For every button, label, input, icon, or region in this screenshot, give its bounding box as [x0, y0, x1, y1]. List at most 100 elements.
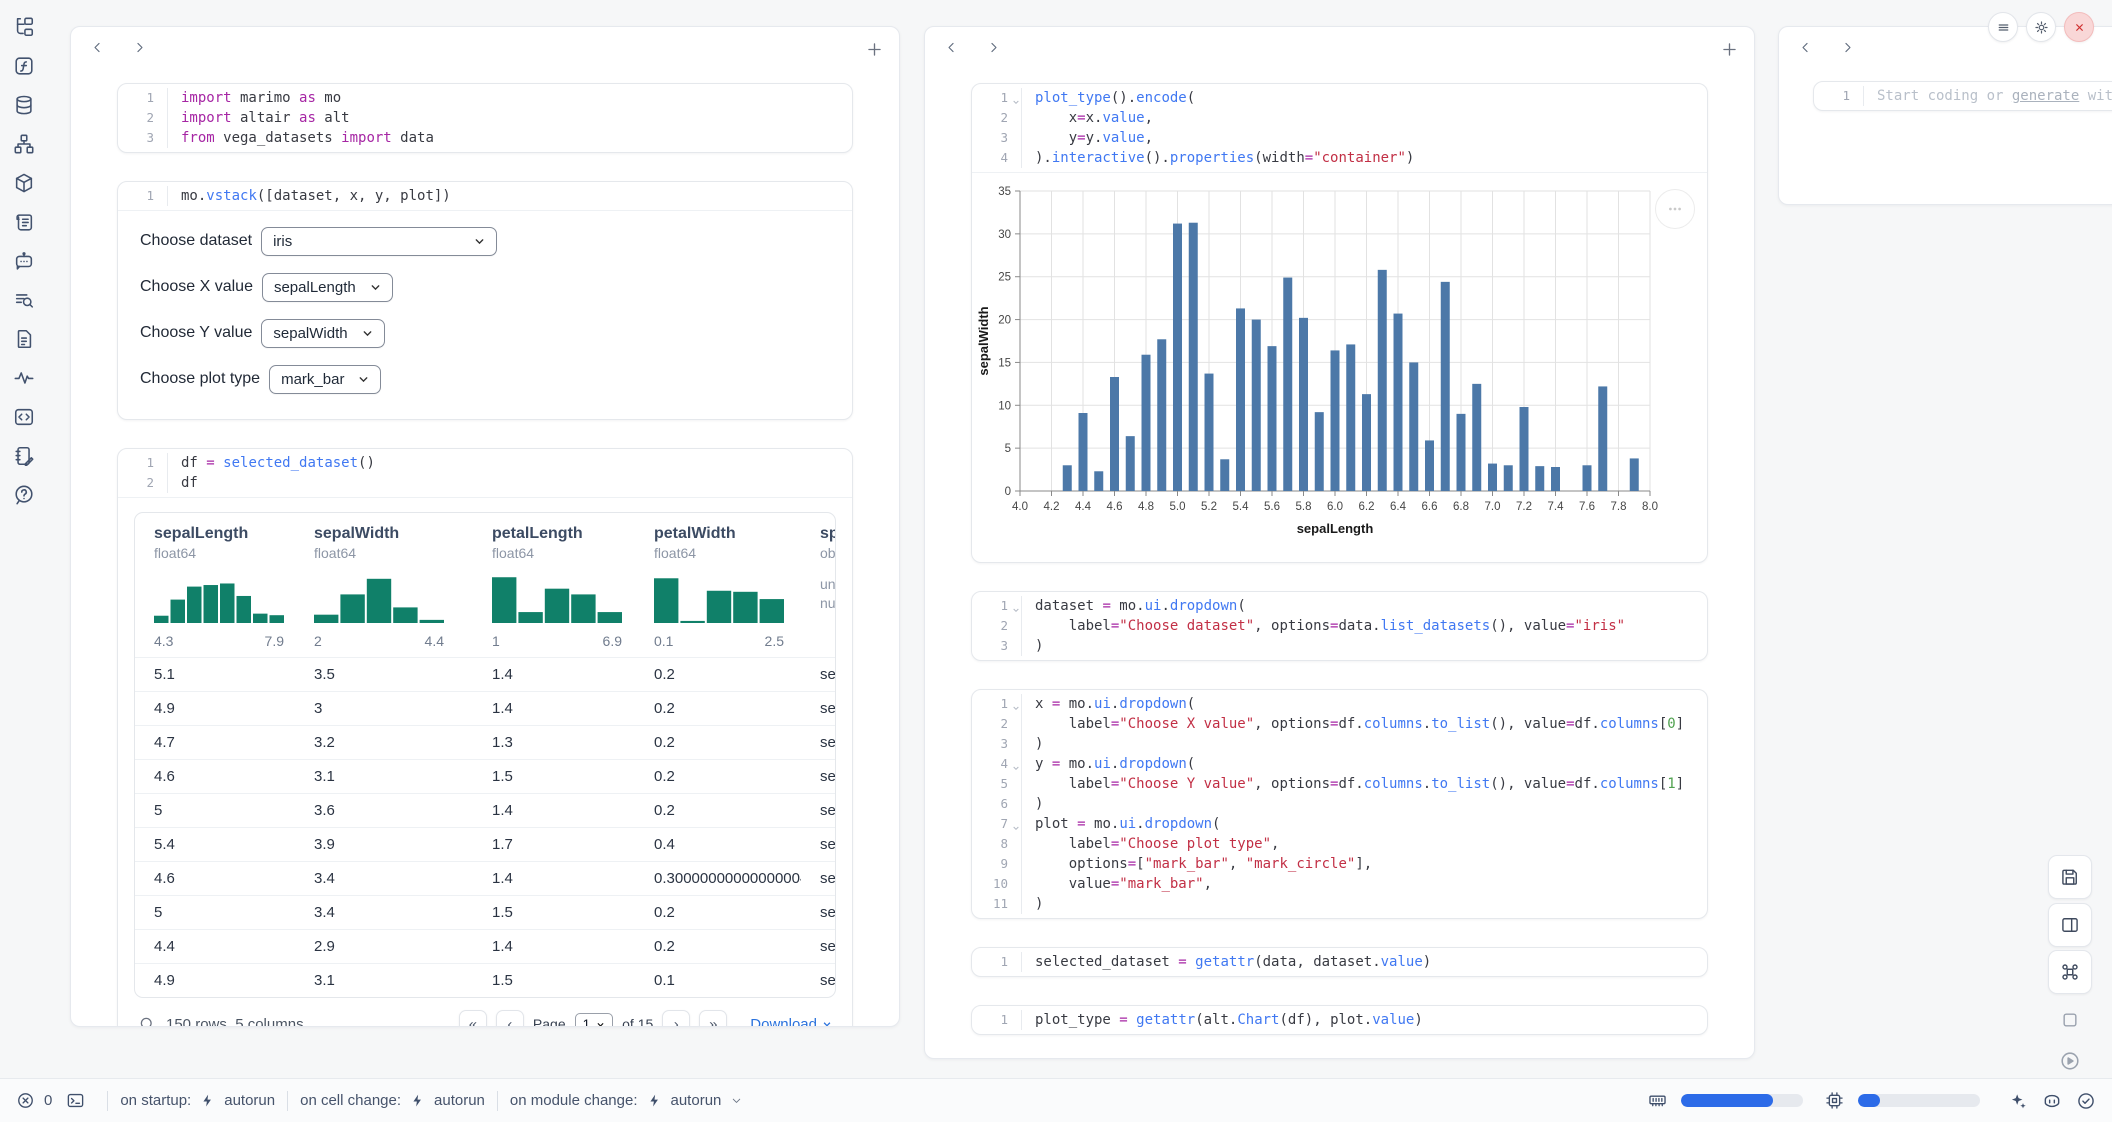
settings-button[interactable]	[2026, 12, 2056, 42]
shutdown-button[interactable]	[2064, 12, 2094, 42]
column-histogram	[654, 571, 784, 623]
code-line: 2 label="Choose dataset", options=data.l…	[972, 616, 1707, 636]
table-row[interactable]: 53.41.50.2setos	[135, 895, 835, 929]
line-number: 9	[972, 854, 1022, 874]
chart-bar	[1504, 465, 1513, 491]
setting-label: on cell change:	[300, 1092, 401, 1109]
sidebar-document-button[interactable]	[12, 328, 36, 352]
svg-text:5.2: 5.2	[1201, 501, 1217, 513]
chevron-right-icon	[132, 40, 147, 55]
code-editor[interactable]: 1mo.vstack([dataset, x, y, plot])	[118, 182, 852, 210]
sidebar-package-button[interactable]	[12, 172, 36, 196]
svg-text:8.0: 8.0	[1642, 501, 1658, 513]
table-row[interactable]: 5.43.91.70.4setos	[135, 827, 835, 861]
y-value-select[interactable]: sepalWidth	[261, 319, 384, 348]
code-editor[interactable]: 1Start coding or generate with	[1814, 82, 2112, 110]
add-cell-button[interactable]	[1720, 40, 1736, 56]
column-type: float64	[492, 545, 625, 561]
cell-value: 1.5	[473, 896, 635, 929]
cell-value: 5.4	[135, 828, 295, 861]
prev-cell-button[interactable]	[1797, 40, 1813, 56]
sidebar-help-button[interactable]	[12, 484, 36, 508]
code-editor[interactable]: 1plot_type = getattr(alt.Chart(df), plot…	[972, 1006, 1707, 1034]
sidebar-file-tree-button[interactable]	[12, 16, 36, 40]
code-editor[interactable]: 1x = mo.ui.dropdown(2 label="Choose X va…	[972, 690, 1707, 918]
chevron-down-icon	[370, 282, 381, 293]
svg-text:4.4: 4.4	[1075, 501, 1092, 513]
copilot-icon[interactable]	[2042, 1091, 2062, 1111]
notebook-menu-button[interactable]	[1988, 12, 2018, 42]
add-cell-button[interactable]	[865, 40, 881, 56]
altair-bar-chart: 4.04.24.44.64.85.05.25.45.65.86.06.26.46…	[976, 181, 1666, 547]
on-cell-change-setting[interactable]: on cell change: autorun	[300, 1092, 485, 1109]
code-line: 4).interactive().properties(width="conta…	[972, 148, 1707, 168]
prev-page-button[interactable]: ‹	[496, 1010, 524, 1027]
ai-sparkle-icon[interactable]	[2008, 1091, 2028, 1111]
terminal-button[interactable]	[66, 1091, 85, 1110]
save-button[interactable]	[2048, 855, 2092, 899]
table-row[interactable]: 4.63.41.40.30000000000000004setos	[135, 861, 835, 895]
line-number: 10	[972, 874, 1022, 894]
last-page-button[interactable]: »	[699, 1010, 727, 1027]
chevron-down-icon	[474, 236, 485, 247]
connection-status-icon[interactable]	[2076, 1091, 2096, 1111]
prev-cell-button[interactable]	[943, 40, 959, 56]
chart-bar	[1236, 308, 1245, 491]
sidebar-code-block-button[interactable]	[12, 406, 36, 430]
plot-type-select[interactable]: mark_bar	[269, 365, 381, 394]
column-name[interactable]: petalLength	[492, 525, 625, 543]
chart-bar	[1315, 412, 1324, 491]
search-icon[interactable]	[138, 1015, 156, 1027]
console-button[interactable]	[2049, 999, 2091, 1041]
table-row[interactable]: 4.42.91.40.2setos	[135, 929, 835, 963]
sidebar-database-button[interactable]	[12, 94, 36, 118]
table-row[interactable]: 4.931.40.2setos	[135, 691, 835, 725]
first-page-button[interactable]: «	[459, 1010, 487, 1027]
on-startup-setting[interactable]: on startup: autorun	[120, 1092, 275, 1109]
code-editor[interactable]: 1df = selected_dataset()2df	[118, 449, 852, 497]
cell-value: 3.6	[295, 794, 473, 827]
code-editor[interactable]: 1plot_type().encode(2 x=x.value,3 y=y.va…	[972, 84, 1707, 172]
sidebar-dependency-graph-button[interactable]	[12, 133, 36, 157]
sidebar-list-search-button[interactable]	[12, 289, 36, 313]
on-module-change-setting[interactable]: on module change: autorun	[510, 1092, 743, 1109]
next-cell-button[interactable]	[131, 40, 147, 56]
sidebar-scratchpad-button[interactable]	[12, 445, 36, 469]
next-cell-button[interactable]	[1839, 40, 1855, 56]
next-cell-button[interactable]	[985, 40, 1001, 56]
table-row[interactable]: 4.73.21.30.2setos	[135, 725, 835, 759]
svg-text:35: 35	[998, 186, 1011, 198]
table-row[interactable]: 4.93.11.50.1setos	[135, 963, 835, 997]
cell-value: 1.7	[473, 828, 635, 861]
page-select[interactable]: 1	[575, 1013, 614, 1028]
column-name[interactable]: petalWidth	[654, 525, 791, 543]
keyboard-shortcuts-button[interactable]	[2048, 950, 2092, 994]
table-row[interactable]: 4.63.11.50.2setos	[135, 759, 835, 793]
sidebar-function-button[interactable]	[12, 55, 36, 79]
next-page-button[interactable]: ›	[662, 1010, 690, 1027]
dataset-select[interactable]: iris	[261, 227, 497, 256]
run-button[interactable]	[2049, 1040, 2091, 1082]
column-name[interactable]: sepalWidth	[314, 525, 463, 543]
error-indicator[interactable]: 0	[16, 1091, 52, 1110]
cell-value: 3.1	[295, 964, 473, 997]
scratchpad-icon	[13, 445, 35, 467]
chart-menu-button[interactable]	[1655, 189, 1695, 229]
table-row[interactable]: 5.13.51.40.2setos	[135, 657, 835, 691]
column-name[interactable]: speci	[820, 525, 825, 543]
sidebar-chat-button[interactable]	[12, 250, 36, 274]
table-column-header: petalWidthfloat640.12.5	[635, 525, 801, 657]
code-editor[interactable]: 1dataset = mo.ui.dropdown(2 label="Choos…	[972, 592, 1707, 660]
code-editor[interactable]: 1import marimo as mo2import altair as al…	[118, 84, 852, 152]
x-value-select[interactable]: sepalLength	[262, 273, 393, 302]
table-row[interactable]: 53.61.40.2setos	[135, 793, 835, 827]
prev-cell-button[interactable]	[89, 40, 105, 56]
panel-layout-button[interactable]	[2048, 903, 2092, 947]
cell-value: 0.2	[635, 726, 801, 759]
column-name[interactable]: sepalLength	[154, 525, 285, 543]
code-editor[interactable]: 1selected_dataset = getattr(data, datase…	[972, 948, 1707, 976]
sidebar-activity-button[interactable]	[12, 367, 36, 391]
table-column-header: sepalLengthfloat644.37.9	[135, 525, 295, 657]
download-button[interactable]: Download	[750, 1016, 832, 1028]
sidebar-logs-button[interactable]	[12, 211, 36, 235]
